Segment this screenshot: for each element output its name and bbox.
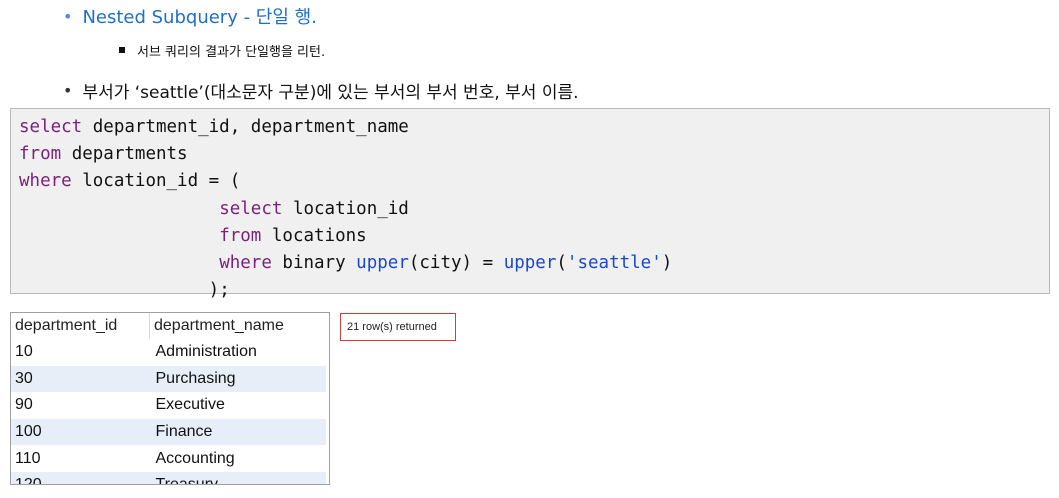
- bullet-text: Nested Subquery - 단일 행.: [82, 7, 317, 28]
- status-text: 21 row(s) returned: [347, 321, 437, 333]
- table-row[interactable]: 30 Purchasing: [11, 365, 326, 393]
- cell-department-name: Administration: [155, 343, 257, 361]
- cell-department-id: 30: [11, 365, 150, 393]
- table-row[interactable]: 120 Treasury: [11, 471, 326, 484]
- sub-bullet-single-row: 서브 쿼리의 결과가 단일행을 리턴.: [119, 37, 325, 63]
- keyword: where: [19, 171, 72, 192]
- bullet-text: 부서가 ‘seattle’(대소문자 구분)에 있는 부서의 부서 번호, 부서…: [82, 82, 579, 103]
- cell-department-id: 90: [15, 396, 33, 414]
- cell-department-id: 120: [11, 471, 150, 484]
- result-table: department_id department_name 10 Adminis…: [11, 313, 326, 484]
- sql-code-block: select department_id, department_name fr…: [10, 108, 1050, 300]
- bullet-nested-subquery: • Nested Subquery - 단일 행.: [63, 1, 317, 31]
- code-text: location_id = (: [71, 171, 241, 192]
- table-row[interactable]: 100 Finance: [11, 418, 326, 446]
- cell-department-id: 100: [11, 418, 150, 446]
- square-bullet-icon: [119, 47, 125, 53]
- sub-bullet-text: 서브 쿼리의 결과가 단일행을 리턴.: [137, 44, 326, 60]
- keyword: select: [219, 198, 283, 219]
- code-text: binary: [271, 253, 357, 274]
- code-text: (: [556, 253, 567, 274]
- bullet-dot-icon: •: [63, 80, 73, 100]
- column-header-department-name[interactable]: department_name: [149, 313, 326, 339]
- code-text: location_id: [282, 198, 409, 219]
- rows-returned-status: 21 row(s) returned: [340, 313, 456, 341]
- bullet-department-query: • 부서가 ‘seattle’(대소문자 구분)에 있는 부서의 부서 번호, …: [63, 75, 579, 105]
- code-text: );: [208, 280, 230, 301]
- sql-code: select department_id, department_name fr…: [11, 109, 1049, 304]
- table-row[interactable]: 90 Executive: [11, 392, 326, 419]
- string-literal: 'seattle': [566, 253, 662, 274]
- function-name: upper: [503, 253, 557, 274]
- code-text: ): [661, 253, 673, 274]
- keyword: select: [19, 117, 83, 137]
- table-row[interactable]: 10 Administration: [11, 339, 326, 366]
- keyword: from: [219, 225, 262, 246]
- cell-department-name: Purchasing: [149, 365, 326, 393]
- keyword: where: [219, 253, 272, 274]
- cell-department-id: 110: [15, 449, 41, 467]
- code-text: locations: [261, 225, 367, 246]
- result-grid[interactable]: department_id department_name 10 Adminis…: [10, 312, 330, 485]
- bullet-dot-icon: •: [63, 6, 73, 26]
- cell-department-name: Executive: [155, 396, 225, 414]
- cell-department-name: Finance: [149, 418, 326, 446]
- code-text: (city) =: [408, 253, 504, 274]
- cell-department-id: 10: [15, 343, 33, 361]
- cell-department-name: Accounting: [155, 449, 235, 467]
- keyword: from: [19, 144, 62, 165]
- function-name: upper: [356, 253, 409, 274]
- code-text: department_id, department_name: [82, 117, 409, 137]
- code-text: departments: [61, 144, 188, 165]
- table-row[interactable]: 110 Accounting: [11, 445, 326, 472]
- table-header-row: department_id department_name: [11, 313, 326, 339]
- column-header-department-id[interactable]: department_id: [11, 313, 150, 339]
- cell-department-name: Treasury: [149, 471, 326, 484]
